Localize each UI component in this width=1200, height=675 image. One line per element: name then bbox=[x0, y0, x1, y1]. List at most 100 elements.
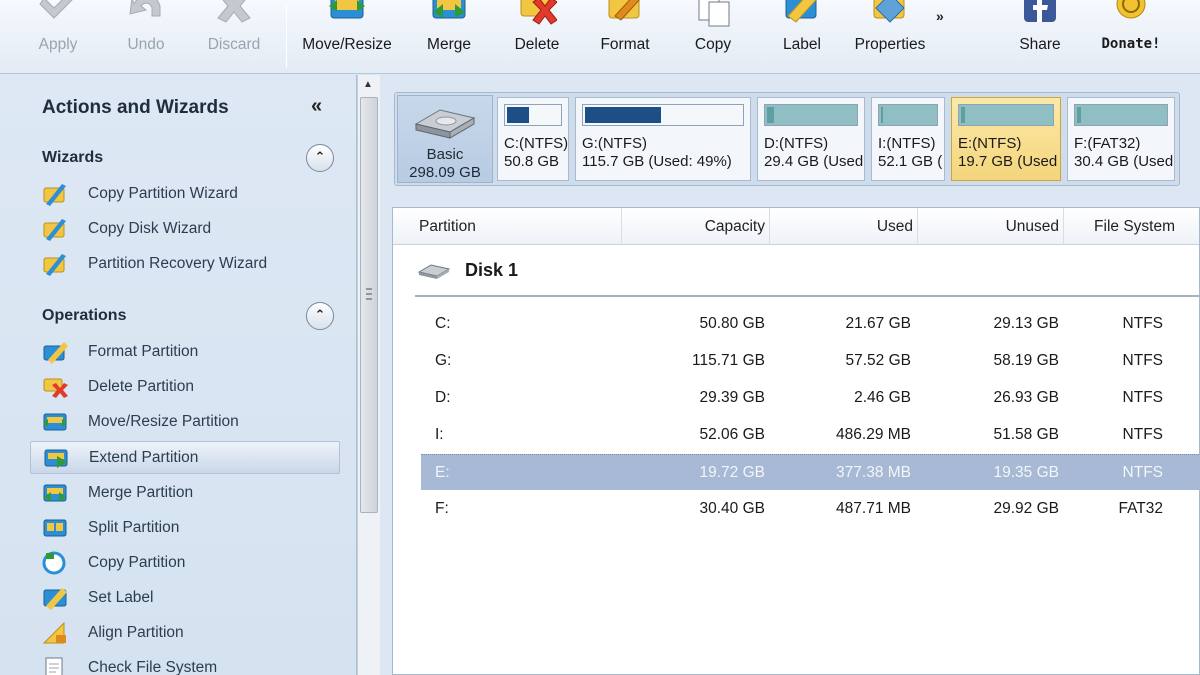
move-resize-icon bbox=[327, 0, 367, 28]
partition-card-f[interactable]: F:(FAT32) 30.4 GB (Used bbox=[1067, 97, 1175, 181]
cell-used: 377.38 MB bbox=[836, 464, 911, 481]
main-area: Basic 298.09 GB C:(NTFS) 50.8 GB G:(NTFS… bbox=[380, 75, 1200, 675]
partition-size: 52.1 GB ( bbox=[878, 153, 943, 170]
column-header-partition[interactable]: Partition bbox=[407, 208, 621, 245]
align-partition-icon bbox=[42, 621, 68, 645]
share-button[interactable]: Share bbox=[1016, 0, 1064, 70]
merge-button[interactable]: Merge bbox=[422, 0, 476, 70]
partition-size: 30.4 GB (Used bbox=[1074, 153, 1174, 170]
cell-unused: 58.19 GB bbox=[993, 352, 1060, 369]
hard-disk-icon bbox=[412, 104, 478, 144]
disk-group-header[interactable]: Disk 1 bbox=[417, 260, 518, 281]
wizards-collapse-toggle[interactable]: ⌃ bbox=[306, 144, 334, 172]
table-row[interactable]: I: 52.06 GB 486.29 MB 51.58 GB NTFS bbox=[421, 417, 1200, 453]
partition-card-c[interactable]: C:(NTFS) 50.8 GB bbox=[497, 97, 569, 181]
op-delete-partition[interactable]: Delete Partition bbox=[30, 370, 340, 403]
partition-name: I:(NTFS) bbox=[878, 135, 936, 152]
partition-name: C:(NTFS) bbox=[504, 135, 569, 152]
cell-unused: 51.58 GB bbox=[993, 426, 1060, 443]
merge-icon bbox=[429, 0, 469, 28]
partition-card-d[interactable]: D:(NTFS) 29.4 GB (Used bbox=[757, 97, 865, 181]
move-resize-button[interactable]: Move/Resize bbox=[300, 0, 394, 70]
cell-capacity: 30.40 GB bbox=[699, 500, 766, 517]
collapse-panel-icon[interactable]: « bbox=[311, 95, 322, 118]
scrollbar-thumb[interactable] bbox=[360, 97, 378, 513]
op-merge-partition[interactable]: Merge Partition bbox=[30, 476, 340, 509]
format-button[interactable]: Format bbox=[598, 0, 652, 70]
disk-basic-card[interactable]: Basic 298.09 GB bbox=[397, 95, 493, 183]
cell-partition: F: bbox=[435, 500, 449, 517]
column-header-used[interactable]: Used bbox=[769, 208, 917, 245]
operations-section-title: Operations bbox=[42, 307, 127, 324]
merge-partition-icon bbox=[42, 481, 68, 505]
partition-name: D:(NTFS) bbox=[764, 135, 829, 152]
cell-file-system: NTFS bbox=[1122, 426, 1163, 443]
table-row[interactable]: C: 50.80 GB 21.67 GB 29.13 GB NTFS bbox=[421, 306, 1200, 342]
cell-capacity: 52.06 GB bbox=[699, 426, 766, 443]
donate-button[interactable]: Donate! bbox=[1096, 0, 1166, 70]
cell-partition: E: bbox=[435, 464, 450, 481]
op-align-partition[interactable]: Align Partition bbox=[30, 616, 340, 649]
delete-button[interactable]: Delete bbox=[510, 0, 564, 70]
copy-button[interactable]: Copy bbox=[688, 0, 738, 70]
coin-icon bbox=[1111, 0, 1151, 28]
cell-unused: 19.35 GB bbox=[993, 464, 1060, 481]
usage-bar bbox=[878, 104, 938, 126]
disk-group-divider bbox=[415, 295, 1200, 297]
undo-button[interactable]: Undo bbox=[118, 0, 174, 70]
wizards-section-title: Wizards bbox=[42, 149, 104, 166]
partition-card-g[interactable]: G:(NTFS) 115.7 GB (Used: 49%) bbox=[575, 97, 751, 181]
cell-unused: 29.92 GB bbox=[993, 500, 1060, 517]
op-check-file-system[interactable]: Check File System bbox=[30, 651, 340, 675]
disk-name: Disk 1 bbox=[465, 260, 519, 280]
table-row-selected[interactable]: E: 19.72 GB 377.38 MB 19.35 GB NTFS bbox=[421, 454, 1200, 490]
cell-used: 487.71 MB bbox=[836, 500, 911, 517]
format-partition-icon bbox=[42, 340, 68, 364]
op-copy-partition[interactable]: Copy Partition bbox=[30, 546, 340, 579]
properties-button[interactable]: Properties bbox=[852, 0, 928, 70]
op-move-resize-partition[interactable]: Move/Resize Partition bbox=[30, 405, 340, 438]
usage-bar bbox=[764, 104, 858, 126]
wizard-wand-icon bbox=[42, 252, 68, 276]
usage-bar bbox=[958, 104, 1054, 126]
properties-icon bbox=[870, 0, 910, 28]
column-header-file-system[interactable]: File System bbox=[1063, 208, 1200, 245]
cell-partition: D: bbox=[435, 389, 451, 406]
wizard-copy-partition[interactable]: Copy Partition Wizard bbox=[30, 177, 340, 210]
table-row[interactable]: D: 29.39 GB 2.46 GB 26.93 GB NTFS bbox=[421, 380, 1200, 416]
scroll-up-arrow-icon[interactable]: ▲ bbox=[363, 79, 373, 90]
discard-button[interactable]: Discard bbox=[204, 0, 264, 70]
usage-fill bbox=[585, 107, 662, 123]
op-format-partition[interactable]: Format Partition bbox=[30, 335, 340, 368]
apply-button[interactable]: Apply bbox=[30, 0, 86, 70]
label-button[interactable]: Label bbox=[776, 0, 828, 70]
op-extend-partition[interactable]: Extend Partition bbox=[30, 441, 340, 474]
usage-fill bbox=[961, 107, 965, 123]
table-row[interactable]: F: 30.40 GB 487.71 MB 29.92 GB FAT32 bbox=[421, 491, 1200, 527]
wizard-copy-disk[interactable]: Copy Disk Wizard bbox=[30, 212, 340, 245]
table-row[interactable]: G: 115.71 GB 57.52 GB 58.19 GB NTFS bbox=[421, 343, 1200, 379]
undo-arrow-icon bbox=[126, 0, 166, 28]
cell-unused: 29.13 GB bbox=[993, 315, 1060, 332]
toolbar-more-chevron[interactable]: » bbox=[936, 8, 944, 24]
partition-size: 19.7 GB (Used bbox=[958, 153, 1058, 170]
partition-card-i[interactable]: I:(NTFS) 52.1 GB ( bbox=[871, 97, 945, 181]
cell-file-system: NTFS bbox=[1122, 315, 1163, 332]
column-header-capacity[interactable]: Capacity bbox=[621, 208, 769, 245]
check-file-system-icon bbox=[42, 656, 68, 675]
toolbar-separator bbox=[286, 4, 287, 68]
cell-file-system: FAT32 bbox=[1118, 500, 1163, 517]
usage-bar bbox=[582, 104, 744, 126]
op-split-partition[interactable]: Split Partition bbox=[30, 511, 340, 544]
op-set-label[interactable]: Set Label bbox=[30, 581, 340, 614]
left-panel-scrollbar[interactable]: ▲ bbox=[357, 75, 380, 675]
wizard-partition-recovery[interactable]: Partition Recovery Wizard bbox=[30, 247, 340, 280]
cell-partition: I: bbox=[435, 426, 444, 443]
move-resize-partition-icon bbox=[42, 410, 68, 434]
partition-card-e[interactable]: E:(NTFS) 19.7 GB (Used bbox=[951, 97, 1061, 181]
partition-name: E:(NTFS) bbox=[958, 135, 1022, 152]
operations-collapse-toggle[interactable]: ⌃ bbox=[306, 302, 334, 330]
cell-used: 486.29 MB bbox=[836, 426, 911, 443]
column-header-unused[interactable]: Unused bbox=[917, 208, 1063, 245]
actions-wizards-panel: Actions and Wizards « Wizards ⌃ Copy Par… bbox=[0, 75, 357, 675]
